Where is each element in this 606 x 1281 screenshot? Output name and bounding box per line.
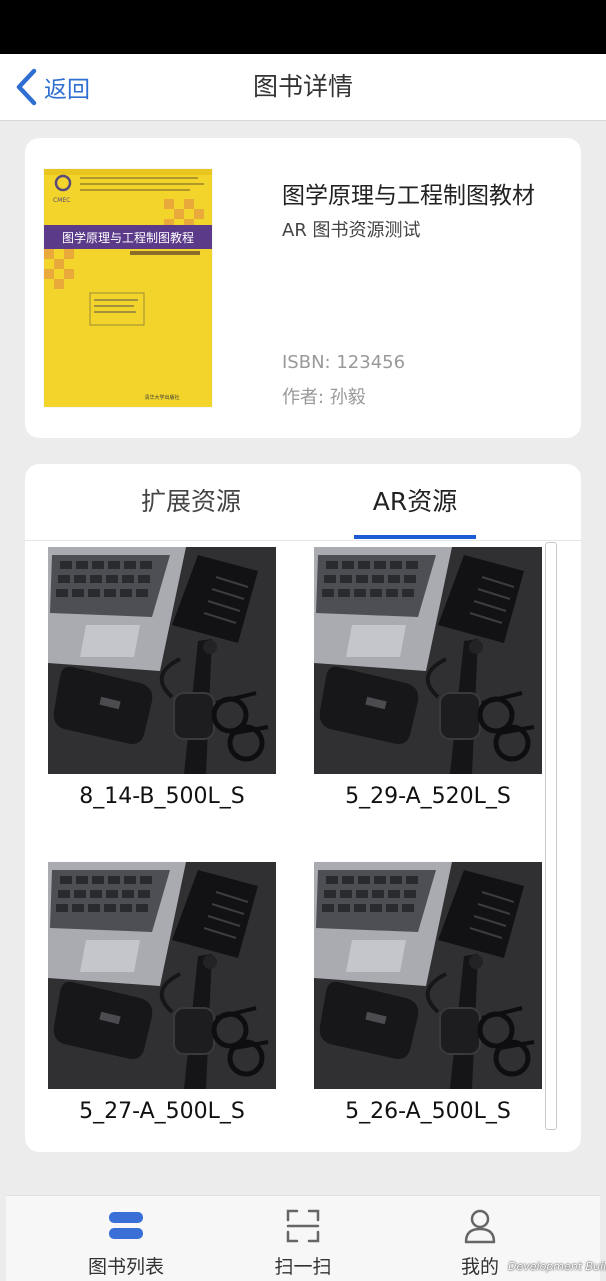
development-build-watermark: Development Build (508, 1260, 606, 1273)
cover-publisher: 清华大学出版社 (144, 394, 179, 401)
tab-scan-label: 扫一扫 (274, 1256, 332, 1278)
resource-item[interactable]: 5_29-A_520L_S (314, 542, 542, 842)
book-list-icon (109, 1212, 143, 1239)
resource-grid: 8_14-B_500L_S 5_29-A_520L_S 5_27-A_500L_… (25, 542, 581, 1152)
tab-ar-resources[interactable]: AR资源 (345, 464, 485, 540)
book-author: 作者: 孙毅 (282, 387, 366, 408)
book-subtitle: AR 图书资源测试 (282, 220, 421, 241)
resource-panel: 扩展资源 AR资源 8_14-B_500L_S 5_29-A_520L_S 5_… (25, 464, 581, 1152)
back-label: 返回 (44, 77, 90, 103)
page-title: 图书详情 (252, 72, 353, 101)
resource-item[interactable]: 8_14-B_500L_S (48, 542, 276, 842)
navigation-bar: 返回 图书详情 (0, 54, 606, 121)
resource-label: 5_26-A_500L_S (345, 1099, 511, 1124)
resource-thumbnail (314, 547, 542, 774)
scan-icon (286, 1209, 320, 1243)
back-button[interactable]: 返回 (14, 66, 90, 108)
cover-logo: CMEC (53, 197, 70, 204)
resource-item[interactable]: 5_27-A_500L_S (48, 857, 276, 1152)
book-info-card: CMEC 图学原理与工程制图教程 清华大学出版社 图学原理与工程制图教材 AR … (25, 138, 581, 438)
resource-label: 5_27-A_500L_S (79, 1099, 245, 1124)
book-cover-image[interactable]: CMEC 图学原理与工程制图教程 清华大学出版社 (44, 169, 212, 407)
tab-book-list[interactable]: 图书列表 (56, 1196, 196, 1281)
active-tab-indicator (354, 535, 476, 539)
tab-extended-resources[interactable]: 扩展资源 (121, 464, 261, 540)
resource-label: 8_14-B_500L_S (79, 784, 245, 809)
book-title: 图学原理与工程制图教材 (282, 183, 535, 209)
resource-scrollbar[interactable] (545, 542, 557, 1130)
tab-book-list-label: 图书列表 (87, 1256, 164, 1278)
book-isbn: ISBN: 123456 (282, 352, 406, 373)
user-icon (464, 1209, 496, 1244)
status-bar (0, 0, 606, 54)
tab-scan[interactable]: 扫一扫 (233, 1196, 373, 1281)
resource-item[interactable]: 5_26-A_500L_S (314, 857, 542, 1152)
resource-thumbnail (48, 547, 276, 774)
resource-thumbnail (314, 862, 542, 1089)
cover-title: 图学原理与工程制图教程 (62, 230, 194, 245)
resource-thumbnail (48, 862, 276, 1089)
resource-label: 5_29-A_520L_S (345, 784, 511, 809)
book-cover-art: CMEC 图学原理与工程制图教程 清华大学出版社 (44, 169, 212, 407)
chevron-left-icon (16, 68, 37, 106)
resource-tabs: 扩展资源 AR资源 (25, 464, 581, 541)
